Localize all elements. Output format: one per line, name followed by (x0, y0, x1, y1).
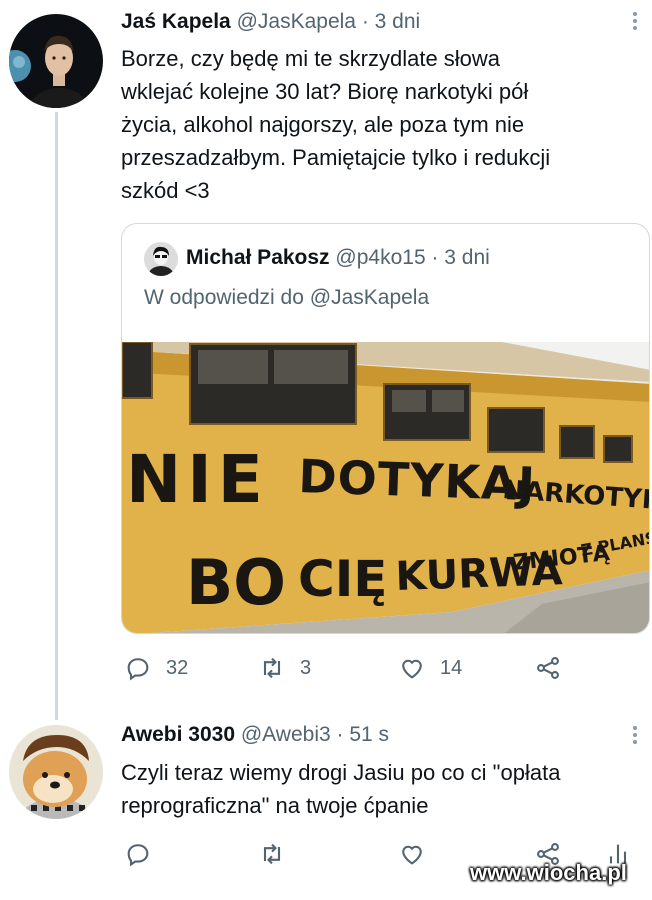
author-name[interactable]: Awebi 3030 (121, 723, 235, 746)
retweet-icon (263, 657, 281, 679)
reply-to-handle[interactable]: @JasKapela (310, 286, 429, 309)
tweet-header: Jaś Kapela @JasKapela · 3 dni (121, 10, 420, 34)
tweet-text-line: reprograficzna" na twoje ćpanie (121, 793, 429, 818)
retweet-button[interactable]: 3 (258, 653, 311, 683)
avatar-michal-pakosz (144, 242, 178, 276)
share-icon (537, 657, 559, 679)
quote-header: Michał Pakosz @p4ko15 · 3 dni (186, 246, 490, 270)
quote-author-name: Michał Pakosz (186, 246, 330, 269)
reply-prefix: W odpowiedzi do (144, 286, 304, 309)
reply-icon (127, 658, 149, 681)
reply-icon (127, 844, 149, 867)
author-handle[interactable]: @JasKapela (237, 10, 356, 33)
tweet-text: Czyli teraz wiemy drogi Jasiu po co ci "… (121, 756, 560, 822)
tweet-header: Awebi 3030 @Awebi3 · 51 s (121, 723, 389, 747)
like-button[interactable]: 14 (398, 653, 462, 683)
retweet-count: 3 (300, 656, 312, 679)
graffiti-word: NIE (126, 441, 269, 518)
reply-button[interactable]: 32 (124, 653, 188, 683)
tweet-text-line: życia, alkohol najgorszy, ale poza tym n… (121, 112, 525, 137)
retweet-icon (263, 843, 281, 865)
retweet-button[interactable] (258, 839, 286, 869)
tweet-text: Borze, czy będę mi te skrzydlate słowa w… (121, 42, 550, 207)
quote-time: · 3 dni (431, 246, 490, 269)
like-icon (402, 659, 422, 679)
tweet-text-line: przeszadzałbym. Pamiętajcie tylko i redu… (121, 145, 551, 170)
site-watermark: www.wiocha.pl (470, 860, 627, 885)
tweet-text-line: Czyli teraz wiemy drogi Jasiu po co ci "… (121, 760, 561, 785)
graffiti-word: BO (186, 546, 286, 619)
tweet-actions: 32 3 14 (124, 653, 652, 683)
author-name[interactable]: Jaś Kapela (121, 10, 231, 33)
avatar-jas-kapela[interactable] (9, 14, 103, 108)
reply-button[interactable] (124, 839, 152, 869)
quote-author-handle: @p4ko15 (335, 246, 426, 269)
graffiti-photo[interactable]: NIE DOTYKAJ NARKOTYKÓW BO CIĘ KURWA ZMIO… (122, 341, 649, 633)
author-handle[interactable]: @Awebi3 (241, 723, 331, 746)
graffiti-word: CIĘ (298, 550, 387, 608)
like-icon (402, 845, 422, 865)
like-count: 14 (440, 656, 463, 679)
share-button[interactable] (534, 653, 562, 683)
like-button[interactable] (398, 839, 426, 869)
tweet-text-line: szkód <3 (121, 178, 210, 203)
reply-count: 32 (166, 656, 189, 679)
tweet-time[interactable]: · 3 dni (362, 10, 420, 33)
thread-connector-line (55, 112, 58, 720)
quoted-tweet-card[interactable]: Michał Pakosz @p4ko15 · 3 dni W odpowied… (121, 223, 650, 634)
quote-reply-context: W odpowiedzi do @JasKapela (144, 286, 429, 310)
tweet-text-line: wklejać kolejne 30 lat? Biorę narkotyki … (121, 79, 529, 104)
tweet-time[interactable]: · 51 s (337, 723, 390, 746)
tweet-text-line: Borze, czy będę mi te skrzydlate słowa (121, 46, 501, 71)
more-icon[interactable] (632, 726, 638, 747)
more-icon[interactable] (632, 12, 638, 33)
avatar-awebi[interactable] (9, 725, 103, 819)
